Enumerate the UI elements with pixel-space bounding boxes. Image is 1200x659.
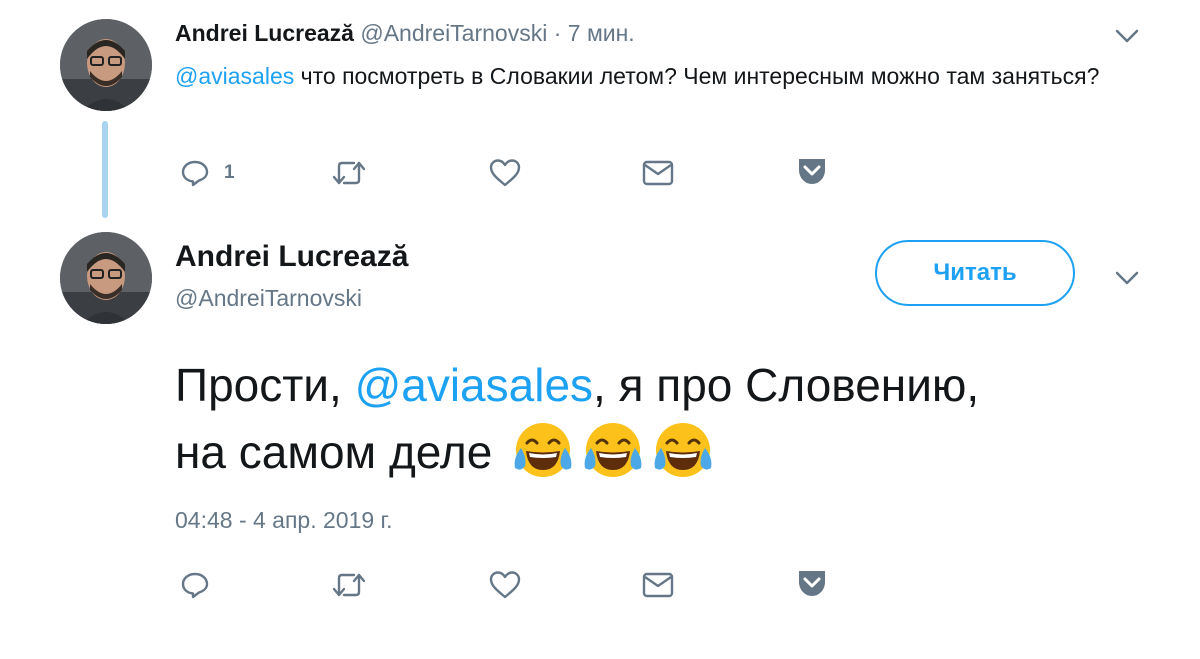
author-name[interactable]: Andrei Lucrează — [175, 240, 408, 274]
pocket-button[interactable] — [795, 155, 829, 187]
reply-button[interactable]: 1 — [180, 158, 235, 188]
thread-connector-line — [102, 121, 108, 218]
reply-icon — [181, 572, 209, 599]
retweet-icon — [332, 573, 366, 597]
author-name[interactable]: Andrei Lucrează — [175, 20, 354, 46]
tweet-line-2: на самом деле — [175, 418, 1165, 485]
tweet-text: Прости, @aviasales, я про Словению, на с… — [175, 352, 1165, 485]
reply-button[interactable] — [180, 570, 210, 600]
tweet-body: что посмотреть в Словакии летом? Чем инт… — [294, 63, 1100, 89]
avatar[interactable] — [60, 19, 152, 111]
tweet-line-1: Прости, @aviasales, я про Словению, — [175, 352, 1165, 418]
author-handle[interactable]: @AndreiTarnovski — [175, 285, 362, 312]
retweet-button[interactable] — [330, 158, 368, 188]
retweet-icon — [332, 161, 366, 185]
pocket-icon — [799, 571, 825, 596]
heart-icon — [489, 571, 521, 599]
avatar[interactable] — [60, 232, 152, 324]
tweet-text: @aviasales что посмотреть в Словакии лет… — [175, 58, 1165, 95]
mention-link[interactable]: @aviasales — [355, 359, 593, 411]
chevron-down-icon — [1115, 29, 1139, 43]
author-handle[interactable]: @AndreiTarnovski — [360, 20, 547, 46]
tweet-timestamp[interactable]: 04:48 - 4 апр. 2019 г. — [175, 507, 393, 534]
pocket-icon — [799, 159, 825, 184]
tweet-text-part: Прости, — [175, 359, 355, 411]
mention-link[interactable]: @aviasales — [175, 63, 294, 89]
reply-icon — [181, 160, 209, 187]
tweet-time[interactable]: · 7 мин. — [554, 20, 635, 46]
chevron-down-icon — [1115, 271, 1139, 285]
tweet-header: Andrei Lucrează @AndreiTarnovski · 7 мин… — [175, 20, 635, 47]
retweet-button[interactable] — [330, 570, 368, 600]
tweet-menu-button[interactable] — [1114, 28, 1140, 49]
heart-icon — [489, 159, 521, 187]
tweet-menu-button[interactable] — [1114, 270, 1140, 291]
tweet-text-part: , я про Словению, — [593, 359, 980, 411]
envelope-icon — [642, 160, 674, 186]
tweet-text-part: на самом деле — [175, 426, 493, 478]
face-with-tears-of-joy-icon — [654, 423, 712, 477]
like-button[interactable] — [488, 569, 522, 601]
direct-message-button[interactable] — [641, 570, 675, 600]
face-with-tears-of-joy-icon — [584, 423, 642, 477]
like-button[interactable] — [488, 157, 522, 189]
envelope-icon — [642, 572, 674, 598]
follow-button[interactable]: Читать — [875, 240, 1075, 306]
reply-count: 1 — [224, 162, 235, 183]
face-with-tears-of-joy-icon — [514, 423, 572, 477]
direct-message-button[interactable] — [641, 158, 675, 188]
pocket-button[interactable] — [795, 567, 829, 599]
